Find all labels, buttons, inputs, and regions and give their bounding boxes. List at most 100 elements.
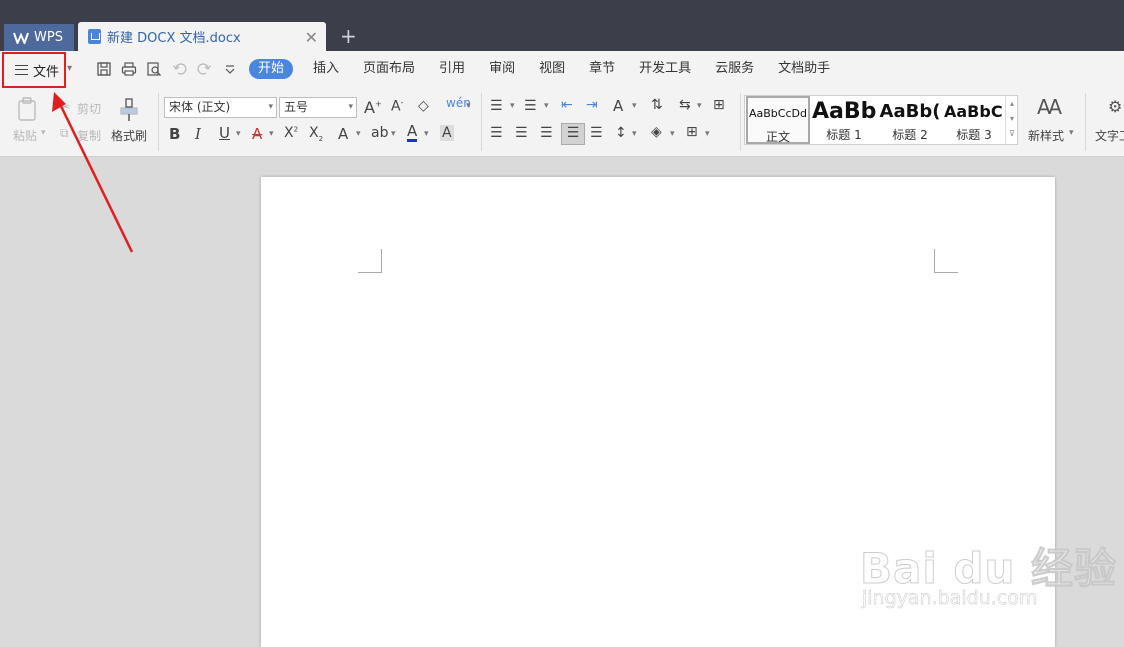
text-tools-icon[interactable]: ⚙ (1108, 97, 1122, 116)
sort-icon[interactable]: ⇅ (651, 97, 663, 113)
print-preview-icon[interactable] (146, 61, 162, 77)
format-painter-label[interactable]: 格式刷 (111, 127, 147, 144)
new-style-label[interactable]: 新样式 (1028, 127, 1064, 144)
styles-scroll-down-icon[interactable]: ▾ (1006, 111, 1018, 126)
file-menu-button[interactable]: 文件 (2, 52, 66, 88)
underline-caret-icon[interactable]: ▾ (236, 129, 241, 139)
paste-icon[interactable] (15, 97, 41, 121)
new-style-icon[interactable]: Ꜳ (1037, 95, 1062, 119)
title-bar: WPS 新建 DOCX 文档.docx ✕ + (0, 0, 1124, 51)
ribbon-tabs: 开始 插入 页面布局 引用 审阅 视图 章节 开发工具 云服务 文档助手 (249, 59, 854, 79)
strikethrough-caret-icon[interactable]: ▾ (269, 129, 274, 139)
style-normal[interactable]: AaBbCcDd 正文 (746, 96, 810, 144)
style-heading-3[interactable]: AaBbC( 标题 3 (944, 96, 1004, 144)
wps-logo-icon (13, 32, 29, 44)
line-spacing-icon[interactable]: ↕ (615, 125, 627, 141)
text-effect-icon[interactable]: A (338, 125, 348, 143)
shrink-font-icon[interactable]: A- (391, 98, 403, 115)
line-spacing-caret-icon[interactable]: ▾ (632, 129, 637, 139)
numbered-list-icon[interactable]: ☰ (524, 98, 537, 114)
decrease-indent-icon[interactable]: ⇤ (561, 97, 573, 113)
style-heading-2-label: 标题 2 (892, 128, 928, 142)
divider (481, 93, 482, 151)
style-heading-2[interactable]: AaBb( 标题 2 (878, 96, 942, 144)
font-color-caret-icon[interactable]: ▾ (424, 129, 429, 139)
styles-scroll-up-icon[interactable]: ▴ (1006, 96, 1018, 111)
tab-review[interactable]: 审阅 (489, 59, 515, 79)
phonetic-caret-icon[interactable]: ▾ (466, 101, 471, 111)
tab-cloud-services[interactable]: 云服务 (715, 59, 754, 79)
divider (740, 93, 741, 151)
strikethrough-icon[interactable]: A (252, 125, 262, 143)
change-case-caret-icon[interactable]: ▾ (632, 101, 637, 111)
bullet-list-caret-icon[interactable]: ▾ (510, 101, 515, 111)
shading-caret-icon[interactable]: ▾ (670, 129, 675, 139)
new-tab-button[interactable]: + (340, 24, 357, 48)
justify-icon[interactable]: ☰ (561, 123, 585, 145)
align-left-icon[interactable]: ☰ (490, 125, 503, 141)
tab-document[interactable]: 新建 DOCX 文档.docx ✕ (78, 22, 326, 51)
tab-wps-home[interactable]: WPS (4, 24, 74, 51)
styles-gallery: AaBbCcDd 正文 AaBb 标题 1 AaBb( 标题 2 AaBbC( … (744, 95, 1018, 145)
cut-label[interactable]: 剪切 (77, 100, 101, 117)
style-heading-3-label: 标题 3 (956, 128, 992, 142)
print-icon[interactable] (121, 61, 137, 77)
borders-caret-icon[interactable]: ▾ (705, 129, 710, 139)
show-marks-icon[interactable]: ⇆ (679, 97, 691, 113)
customize-quick-access-icon[interactable] (222, 61, 238, 77)
align-right-icon[interactable]: ☰ (540, 125, 553, 141)
close-tab-icon[interactable]: ✕ (305, 28, 318, 47)
distribute-icon[interactable]: ☰ (590, 125, 603, 141)
styles-more-icon[interactable]: ⊽ (1006, 126, 1018, 141)
tab-developer[interactable]: 开发工具 (639, 59, 691, 79)
bullet-list-icon[interactable]: ☰ (490, 98, 503, 114)
grow-font-icon[interactable]: A+ (364, 98, 382, 117)
table-grid-icon[interactable]: ⊞ (713, 97, 725, 113)
text-tools-label[interactable]: 文字工 (1095, 127, 1124, 144)
tab-doc-assistant[interactable]: 文档助手 (778, 59, 830, 79)
style-normal-label: 正文 (765, 130, 790, 144)
baidu-watermark: Bai du 经验 jingyan.baidu.com (860, 535, 1117, 610)
file-dropdown-caret-icon[interactable]: ▾ (67, 63, 72, 74)
file-menu-label: 文件 (33, 64, 60, 80)
styles-scroll[interactable]: ▴ ▾ ⊽ (1005, 96, 1018, 144)
style-heading-3-preview: AaBbC( (944, 102, 1004, 121)
text-effect-caret-icon[interactable]: ▾ (356, 129, 361, 139)
new-style-caret-icon[interactable]: ▾ (1069, 128, 1074, 138)
increase-indent-icon[interactable]: ⇥ (586, 97, 598, 113)
highlight-caret-icon[interactable]: ▾ (391, 129, 396, 139)
redo-icon (196, 61, 212, 77)
copy-label[interactable]: 复制 (77, 127, 101, 144)
font-color-icon[interactable]: A (407, 124, 418, 142)
char-shading-icon[interactable]: A (440, 125, 454, 141)
tab-home[interactable]: 开始 (249, 59, 294, 79)
numbered-list-caret-icon[interactable]: ▾ (544, 101, 549, 111)
tab-section[interactable]: 章节 (589, 59, 615, 79)
tab-view[interactable]: 视图 (539, 59, 565, 79)
highlight-icon[interactable]: ab (371, 125, 388, 141)
font-name-select[interactable]: 宋体 (正文) (164, 97, 277, 118)
save-icon[interactable] (96, 61, 112, 77)
tab-references[interactable]: 引用 (439, 59, 465, 79)
show-marks-caret-icon[interactable]: ▾ (697, 101, 702, 111)
bold-icon[interactable]: B (169, 125, 180, 143)
paste-label[interactable]: 粘贴 (13, 127, 37, 144)
font-size-select[interactable]: 五号 (279, 97, 357, 118)
borders-icon[interactable]: ⊞ (686, 124, 698, 140)
change-case-icon[interactable]: A (613, 97, 623, 115)
tab-document-label: 新建 DOCX 文档.docx (107, 31, 241, 46)
style-normal-preview: AaBbCcDd (749, 107, 807, 120)
style-heading-1[interactable]: AaBb 标题 1 (812, 96, 876, 144)
underline-icon[interactable]: U (219, 124, 230, 142)
align-center-icon[interactable]: ☰ (515, 125, 528, 141)
clear-format-icon[interactable]: ◇ (418, 98, 429, 114)
paste-caret-icon[interactable]: ▾ (41, 128, 46, 138)
tab-page-layout[interactable]: 页面布局 (363, 59, 415, 79)
subscript-icon[interactable]: X2 (309, 125, 323, 143)
italic-icon[interactable]: I (195, 125, 201, 143)
shading-icon[interactable]: ◈ (651, 124, 662, 140)
undo-icon (172, 61, 188, 77)
tab-insert[interactable]: 插入 (313, 59, 339, 79)
format-painter-icon[interactable] (118, 98, 140, 122)
superscript-icon[interactable]: X2 (284, 125, 298, 141)
